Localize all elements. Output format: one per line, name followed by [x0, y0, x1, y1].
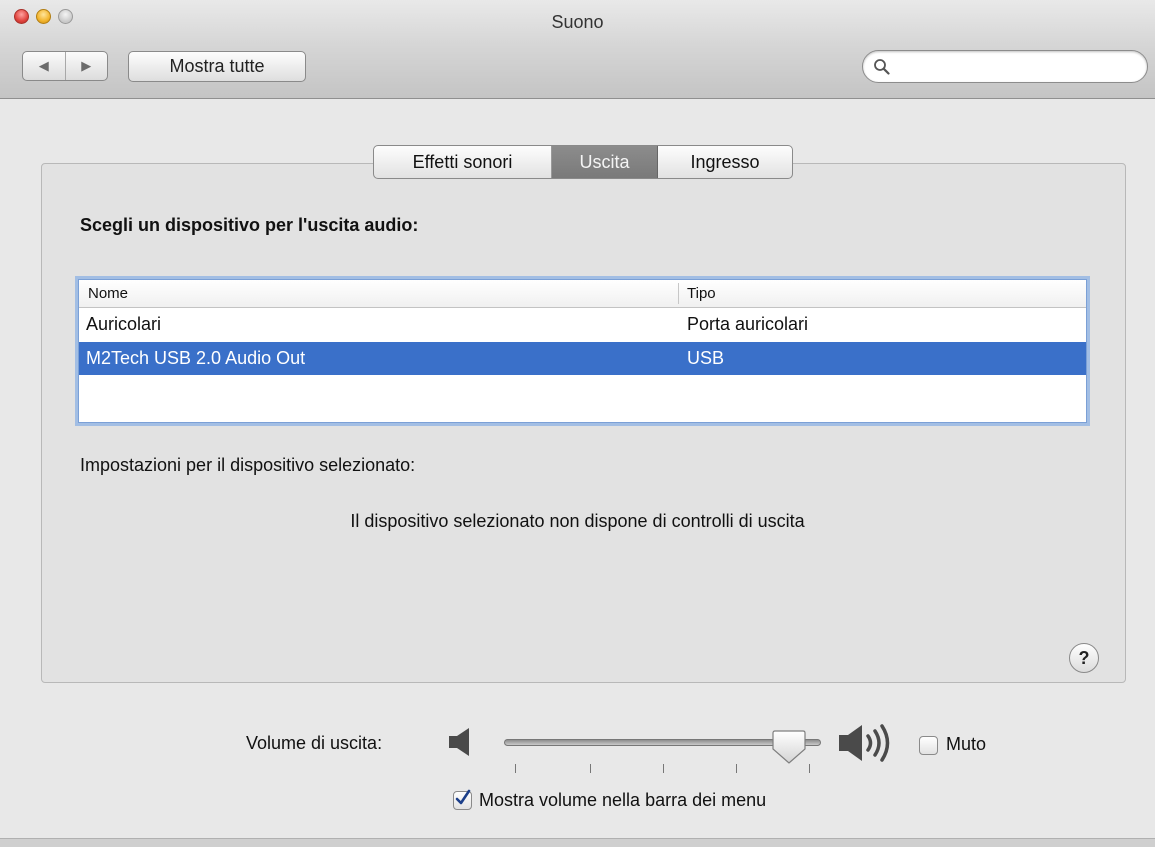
volume-tick — [736, 764, 737, 773]
column-separator — [678, 283, 679, 304]
tab-sound-effects[interactable]: Effetti sonori — [374, 146, 552, 178]
table-header: Nome Tipo — [79, 280, 1086, 308]
forward-button[interactable]: ▶ — [66, 52, 108, 80]
table-row-selected[interactable]: M2Tech USB 2.0 Audio Out USB — [79, 342, 1086, 375]
device-settings-label: Impostazioni per il dispositivo selezion… — [80, 455, 416, 475]
nav-buttons: ◀ ▶ — [22, 51, 108, 81]
show-volume-label[interactable]: Mostra volume nella barra dei menu — [479, 790, 766, 811]
help-button[interactable]: ? — [1069, 643, 1099, 673]
back-button[interactable]: ◀ — [23, 52, 66, 80]
speaker-low-icon — [449, 728, 469, 756]
mute-checkbox[interactable] — [919, 736, 938, 755]
show-volume-checkbox[interactable] — [453, 789, 472, 810]
sound-preferences-window: Suono ◀ ▶ Mostra tutte Effetti sonori Us… — [0, 0, 1155, 847]
mute-label[interactable]: Muto — [946, 734, 986, 755]
output-device-heading: Scegli un dispositivo per l'uscita audio… — [80, 215, 419, 235]
window-title: Suono — [551, 12, 604, 32]
show-all-button[interactable]: Mostra tutte — [128, 51, 306, 82]
speaker-high-icon — [839, 724, 890, 762]
tab-bar: Effetti sonori Uscita Ingresso — [373, 145, 793, 179]
volume-tick — [590, 764, 591, 773]
search-input[interactable] — [895, 55, 1139, 79]
volume-slider-thumb[interactable] — [772, 729, 806, 765]
tab-input[interactable]: Ingresso — [658, 146, 792, 178]
search-field[interactable] — [862, 50, 1148, 83]
volume-tick — [663, 764, 664, 773]
search-icon — [874, 59, 890, 75]
volume-tick — [809, 764, 810, 773]
no-controls-message: Il dispositivo selezionato non dispone d… — [350, 511, 805, 531]
device-type: USB — [687, 348, 725, 368]
tab-panel — [41, 163, 1126, 683]
device-type: Porta auricolari — [687, 314, 809, 334]
tab-output[interactable]: Uscita — [552, 146, 658, 178]
device-name: Auricolari — [86, 314, 162, 334]
column-header-name[interactable]: Nome — [88, 285, 128, 302]
column-header-type[interactable]: Tipo — [687, 285, 716, 302]
output-volume-label: Volume di uscita: — [246, 733, 383, 753]
volume-tick — [515, 764, 516, 773]
table-row[interactable]: Auricolari Porta auricolari — [79, 308, 1086, 341]
checkmark-icon — [455, 789, 471, 805]
title-bar: Suono ◀ ▶ Mostra tutte — [0, 0, 1155, 99]
device-name: M2Tech USB 2.0 Audio Out — [86, 348, 306, 368]
output-device-table[interactable]: Nome Tipo Auricolari Porta auricolari M2… — [78, 279, 1087, 423]
